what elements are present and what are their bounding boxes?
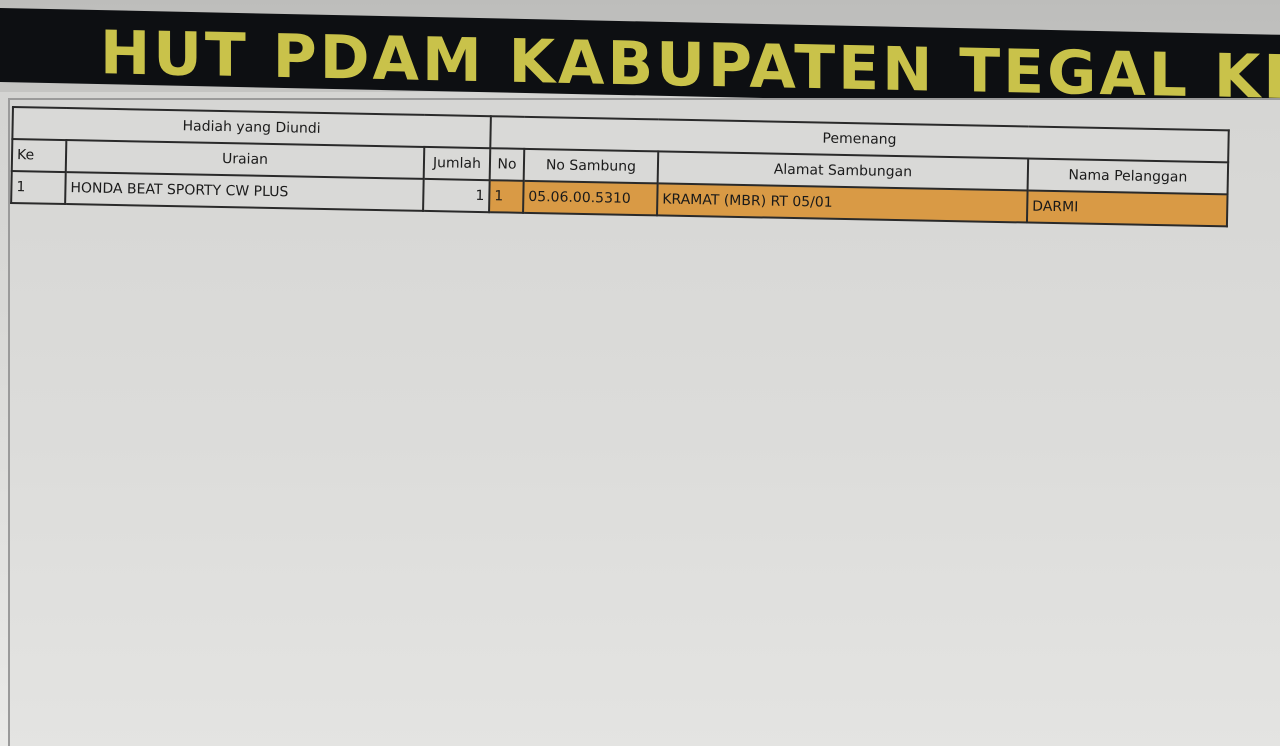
column-header-nama: Nama Pelanggan [1027,158,1229,195]
column-header-no-sambung: No Sambung [523,148,659,184]
column-header-ke: Ke [11,139,67,173]
cell-alamat: KRAMAT (MBR) RT 05/01 [657,183,1028,223]
column-header-jumlah: Jumlah [423,146,491,181]
cell-jumlah: 1 [423,178,490,213]
cell-ke: 1 [11,171,66,205]
cell-nama: DARMI [1026,190,1228,227]
column-header-no: No [489,148,525,181]
screen: HUT PDAM KABUPATEN TEGAL KE-27 Hadiah ya… [0,0,1280,746]
cell-no: 1 [489,180,524,213]
cell-no-sambung: 05.06.00.5310 [523,180,658,216]
cell-uraian: HONDA BEAT SPORTY CW PLUS [65,172,424,211]
